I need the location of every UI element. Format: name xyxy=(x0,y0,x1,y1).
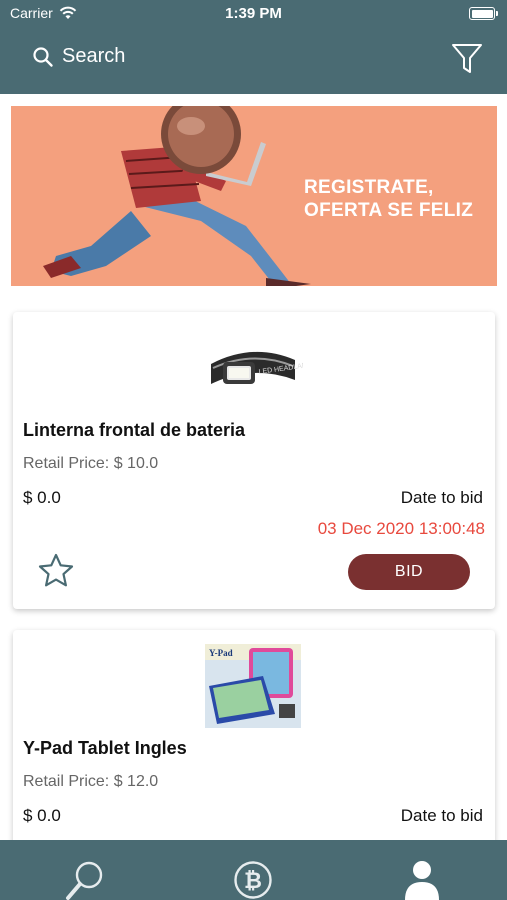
date-value: 03 Dec 2020 13:00:48 xyxy=(317,519,485,538)
battery-icon xyxy=(469,7,498,20)
banner-text: REGISTRATE, OFERTA SE FELIZ xyxy=(304,176,473,222)
banner-line-1: REGISTRATE, xyxy=(304,177,434,198)
search-icon xyxy=(33,46,53,67)
product-title: Y-Pad Tablet Ingles xyxy=(23,738,187,758)
product-card[interactable]: Y-Pad Y-Pad Tablet Ingles Retail Price: … xyxy=(13,630,495,860)
retail-price: Retail Price: $ 10.0 xyxy=(23,455,159,472)
profile-icon[interactable] xyxy=(402,858,442,900)
banner-line-2: OFERTA SE FELIZ xyxy=(304,200,474,221)
svg-text:₿: ₿ xyxy=(244,869,262,894)
top-header: Carrier 1:39 PM Search xyxy=(0,0,507,94)
status-bar: Carrier 1:39 PM xyxy=(0,0,507,28)
date-label: Date to bid xyxy=(400,488,483,507)
search-button[interactable]: Search xyxy=(32,45,125,68)
tablet-label: Y-Pad xyxy=(209,648,233,658)
retail-price: Retail Price: $ 12.0 xyxy=(23,773,159,790)
tablet-image: Y-Pad xyxy=(205,644,301,728)
product-card[interactable]: LED HEADLAMP Linterna frontal de bateria… xyxy=(13,312,495,609)
current-price: $ 0.0 xyxy=(23,488,61,507)
date-label: Date to bid xyxy=(400,806,483,825)
product-title: Linterna frontal de bateria xyxy=(23,420,246,440)
current-price: $ 0.0 xyxy=(23,806,61,825)
status-time: 1:39 PM xyxy=(225,5,282,22)
bid-button[interactable]: BID xyxy=(348,554,470,590)
filter-icon[interactable] xyxy=(451,42,483,76)
search-icon[interactable] xyxy=(64,858,108,900)
headlamp-image: LED HEADLAMP xyxy=(211,351,303,384)
bitcoin-icon[interactable]: ₿ xyxy=(233,858,273,900)
bottom-tab-bar: ₿ xyxy=(0,840,507,900)
promo-banner[interactable]: REGISTRATE, OFERTA SE FELIZ xyxy=(11,106,497,286)
search-label: Search xyxy=(62,45,126,67)
star-icon[interactable] xyxy=(37,552,75,590)
